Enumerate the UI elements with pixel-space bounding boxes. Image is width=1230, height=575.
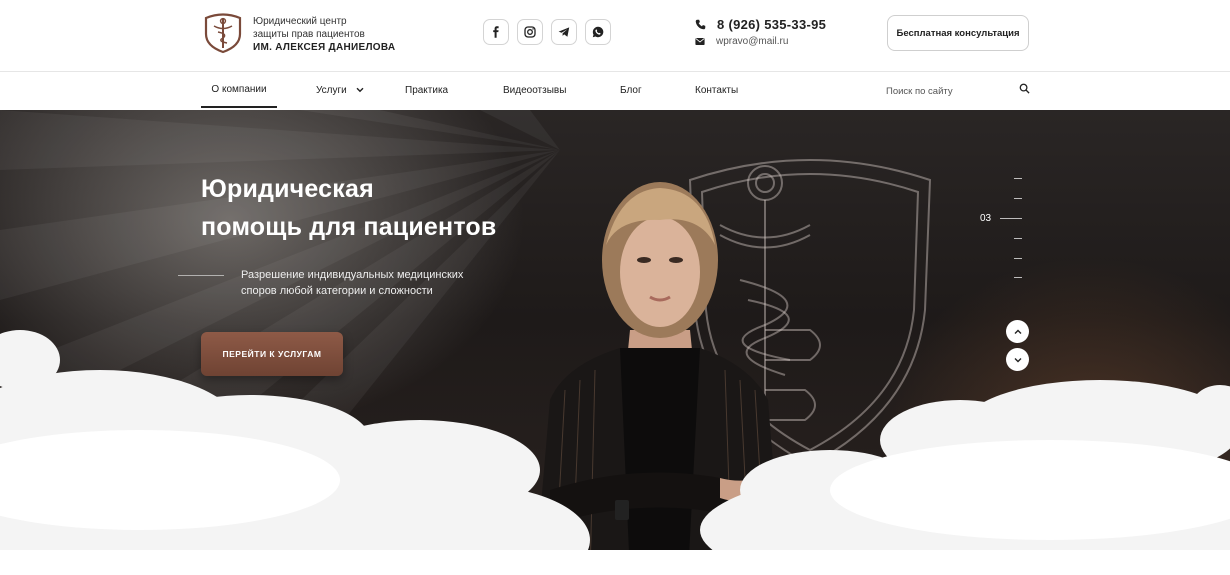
slide-indicator: 03 — [980, 170, 1030, 290]
email-address: wpravo@mail.ru — [716, 36, 789, 47]
phone-number: 8 (926) 535-33-95 — [717, 17, 827, 32]
nav-item-about[interactable]: О компании — [201, 72, 277, 108]
hero-title: Юридическая помощь для пациентов — [201, 170, 496, 246]
main-nav: О компании Услуги Практика Видеоотзывы Б… — [0, 72, 1230, 110]
hero-subtitle-line-1: Разрешение индивидуальных медицинских — [241, 269, 464, 281]
go-to-services-button[interactable]: ПЕРЕЙТИ К УСЛУГАМ — [201, 332, 343, 376]
nav-item-label: Практика — [405, 84, 449, 96]
slide-tick-1[interactable] — [1014, 178, 1022, 179]
telegram-link[interactable] — [551, 19, 577, 45]
nav-item-label: Видеоотзывы — [503, 84, 567, 96]
brand-line-2: защиты прав пациентов — [253, 29, 365, 40]
whatsapp-link[interactable] — [585, 19, 611, 45]
hero-title-line-2: помощь для пациентов — [201, 213, 497, 241]
site-search — [886, 82, 1032, 100]
instagram-link[interactable] — [517, 19, 543, 45]
nav-item-label: Блог — [620, 84, 642, 96]
brand-line-3: ИМ. АЛЕКСЕЯ ДАНИЕЛОВА — [253, 42, 396, 53]
free-consultation-button[interactable]: Бесплатная консультация — [887, 15, 1029, 51]
slide-number: 03 — [980, 213, 992, 224]
hero-subtitle: Разрешение индивидуальных медицинских сп… — [241, 267, 463, 299]
nav-item-video-reviews[interactable]: Видеоотзывы — [503, 72, 566, 108]
nav-item-label: Контакты — [695, 84, 739, 96]
email-contact[interactable]: wpravo@mail.ru — [695, 36, 788, 47]
facebook-link[interactable] — [483, 19, 509, 45]
search-icon[interactable] — [1019, 83, 1030, 94]
telegram-icon — [558, 27, 570, 37]
brand-line-1: Юридический центр — [253, 16, 347, 27]
search-input[interactable] — [886, 82, 1011, 100]
nav-item-services[interactable]: Услуги — [316, 72, 364, 108]
mail-icon — [695, 38, 705, 45]
facebook-icon — [493, 26, 499, 38]
instagram-icon — [524, 26, 536, 38]
slide-tick-2[interactable] — [1014, 198, 1022, 199]
hero-banner: Юридическая помощь для пациентов Разреше… — [0, 110, 1230, 575]
nav-item-contacts[interactable]: Контакты — [695, 72, 738, 108]
slide-down-button[interactable] — [1006, 348, 1029, 371]
slide-up-button[interactable] — [1006, 320, 1029, 343]
phone-contact[interactable]: 8 (926) 535-33-95 — [695, 17, 826, 32]
clouds-decoration — [0, 330, 1230, 575]
chevron-down-icon — [356, 87, 364, 93]
whatsapp-icon — [592, 26, 604, 38]
nav-item-practice[interactable]: Практика — [405, 72, 448, 108]
social-links — [483, 19, 611, 45]
hero-subtitle-line-2: споров любой категории и сложности — [241, 285, 433, 297]
slide-tick-4[interactable] — [1014, 238, 1022, 239]
brand-name[interactable]: Юридический центр защиты прав пациентов … — [253, 15, 395, 54]
nav-item-label: Услуги — [316, 84, 347, 96]
site-header: Юридический центр защиты прав пациентов … — [0, 0, 1230, 72]
slide-tick-6[interactable] — [1014, 277, 1022, 278]
shield-caduceus-icon[interactable] — [202, 12, 244, 54]
slide-tick-5[interactable] — [1014, 258, 1022, 259]
chevron-up-icon — [1014, 329, 1021, 334]
phone-icon — [695, 19, 706, 30]
slide-tick-3[interactable] — [1000, 218, 1022, 219]
nav-item-blog[interactable]: Блог — [620, 72, 642, 108]
nav-item-label: О компании — [211, 83, 267, 95]
chevron-down-icon — [1014, 357, 1021, 362]
subtitle-divider — [178, 275, 224, 276]
hero-title-line-1: Юридическая — [201, 175, 374, 203]
